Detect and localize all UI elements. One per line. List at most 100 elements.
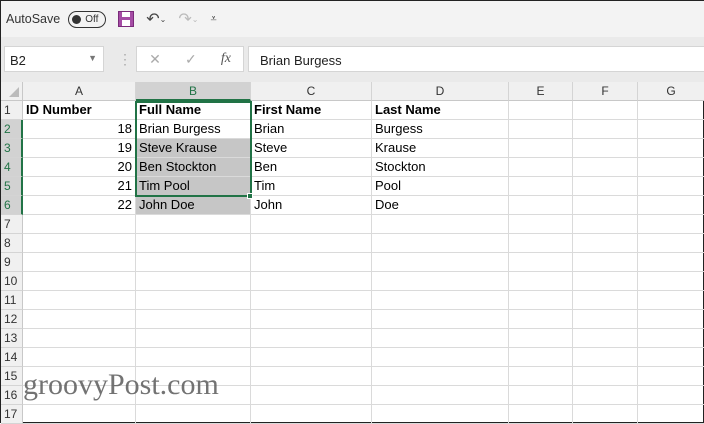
cell-G15[interactable] bbox=[638, 367, 704, 386]
cell-D11[interactable] bbox=[372, 291, 509, 310]
cell-D7[interactable] bbox=[372, 215, 509, 234]
drag-handle-icon[interactable]: ⋮ bbox=[118, 51, 132, 68]
cell-G13[interactable] bbox=[638, 329, 704, 348]
cell-F16[interactable] bbox=[573, 386, 638, 405]
row-header-1[interactable]: 1 bbox=[1, 101, 23, 120]
cell-B2[interactable]: Brian Burgess bbox=[136, 120, 251, 139]
cell-E15[interactable] bbox=[509, 367, 573, 386]
cell-E13[interactable] bbox=[509, 329, 573, 348]
cell-B6[interactable]: John Doe bbox=[136, 196, 251, 215]
cell-D6[interactable]: Doe bbox=[372, 196, 509, 215]
cell-E12[interactable] bbox=[509, 310, 573, 329]
enter-icon[interactable]: ✓ bbox=[185, 51, 197, 68]
formula-input[interactable]: Brian Burgess bbox=[248, 46, 704, 72]
cell-F12[interactable] bbox=[573, 310, 638, 329]
cell-A7[interactable] bbox=[23, 215, 136, 234]
cell-F14[interactable] bbox=[573, 348, 638, 367]
cell-D3[interactable]: Krause bbox=[372, 139, 509, 158]
cell-D16[interactable] bbox=[372, 386, 509, 405]
fill-handle[interactable] bbox=[247, 193, 253, 199]
cell-G9[interactable] bbox=[638, 253, 704, 272]
cell-F9[interactable] bbox=[573, 253, 638, 272]
cell-D5[interactable]: Pool bbox=[372, 177, 509, 196]
cell-D8[interactable] bbox=[372, 234, 509, 253]
cell-B8[interactable] bbox=[136, 234, 251, 253]
customize-toolbar-icon[interactable]: ⩡ bbox=[210, 13, 216, 26]
cell-C5[interactable]: Tim bbox=[251, 177, 372, 196]
cell-G8[interactable] bbox=[638, 234, 704, 253]
cell-F6[interactable] bbox=[573, 196, 638, 215]
row-header-3[interactable]: 3 bbox=[1, 139, 23, 158]
cell-D2[interactable]: Burgess bbox=[372, 120, 509, 139]
cell-D13[interactable] bbox=[372, 329, 509, 348]
cell-G3[interactable] bbox=[638, 139, 704, 158]
cell-E7[interactable] bbox=[509, 215, 573, 234]
cell-D14[interactable] bbox=[372, 348, 509, 367]
cell-G1[interactable] bbox=[638, 101, 704, 120]
cell-E14[interactable] bbox=[509, 348, 573, 367]
cell-A5[interactable]: 21 bbox=[23, 177, 136, 196]
cell-C2[interactable]: Brian bbox=[251, 120, 372, 139]
cell-G10[interactable] bbox=[638, 272, 704, 291]
cell-A11[interactable] bbox=[23, 291, 136, 310]
cell-D10[interactable] bbox=[372, 272, 509, 291]
cell-A1[interactable]: ID Number bbox=[23, 101, 136, 120]
cell-G4[interactable] bbox=[638, 158, 704, 177]
cell-C8[interactable] bbox=[251, 234, 372, 253]
row-header-2[interactable]: 2 bbox=[1, 120, 23, 139]
name-box[interactable]: B2 ▼ bbox=[4, 46, 104, 72]
cell-B10[interactable] bbox=[136, 272, 251, 291]
cell-B14[interactable] bbox=[136, 348, 251, 367]
cell-E5[interactable] bbox=[509, 177, 573, 196]
cell-C1[interactable]: First Name bbox=[251, 101, 372, 120]
chevron-down-icon[interactable]: ▼ bbox=[88, 53, 97, 63]
cell-A12[interactable] bbox=[23, 310, 136, 329]
cell-E9[interactable] bbox=[509, 253, 573, 272]
column-header-B[interactable]: B bbox=[136, 82, 251, 101]
cell-B13[interactable] bbox=[136, 329, 251, 348]
column-header-D[interactable]: D bbox=[372, 82, 509, 101]
undo-icon[interactable]: ↶ ⌄ bbox=[146, 9, 166, 29]
cell-F4[interactable] bbox=[573, 158, 638, 177]
row-header-14[interactable]: 14 bbox=[1, 348, 23, 367]
cell-C14[interactable] bbox=[251, 348, 372, 367]
cell-B17[interactable] bbox=[136, 405, 251, 424]
cell-C15[interactable] bbox=[251, 367, 372, 386]
cell-D9[interactable] bbox=[372, 253, 509, 272]
cell-G16[interactable] bbox=[638, 386, 704, 405]
cell-G11[interactable] bbox=[638, 291, 704, 310]
cell-C7[interactable] bbox=[251, 215, 372, 234]
cell-G6[interactable] bbox=[638, 196, 704, 215]
cell-B1[interactable]: Full Name bbox=[136, 101, 251, 120]
cell-F8[interactable] bbox=[573, 234, 638, 253]
select-all-button[interactable] bbox=[1, 82, 23, 101]
cell-A10[interactable] bbox=[23, 272, 136, 291]
row-header-6[interactable]: 6 bbox=[1, 196, 23, 215]
cell-F11[interactable] bbox=[573, 291, 638, 310]
cell-G2[interactable] bbox=[638, 120, 704, 139]
cell-A2[interactable]: 18 bbox=[23, 120, 136, 139]
cell-E1[interactable] bbox=[509, 101, 573, 120]
cell-B5[interactable]: Tim Pool bbox=[136, 177, 251, 196]
insert-function-icon[interactable]: fx bbox=[221, 51, 231, 67]
cell-G5[interactable] bbox=[638, 177, 704, 196]
cell-F1[interactable] bbox=[573, 101, 638, 120]
cell-C16[interactable] bbox=[251, 386, 372, 405]
column-header-A[interactable]: A bbox=[23, 82, 136, 101]
cell-A9[interactable] bbox=[23, 253, 136, 272]
cell-D15[interactable] bbox=[372, 367, 509, 386]
cell-F13[interactable] bbox=[573, 329, 638, 348]
row-header-4[interactable]: 4 bbox=[1, 158, 23, 177]
cell-F3[interactable] bbox=[573, 139, 638, 158]
column-header-E[interactable]: E bbox=[509, 82, 573, 101]
cell-E2[interactable] bbox=[509, 120, 573, 139]
row-header-10[interactable]: 10 bbox=[1, 272, 23, 291]
cell-E4[interactable] bbox=[509, 158, 573, 177]
cell-F7[interactable] bbox=[573, 215, 638, 234]
cell-A13[interactable] bbox=[23, 329, 136, 348]
cancel-icon[interactable]: ✕ bbox=[149, 51, 161, 68]
cell-G12[interactable] bbox=[638, 310, 704, 329]
cell-D4[interactable]: Stockton bbox=[372, 158, 509, 177]
cell-F5[interactable] bbox=[573, 177, 638, 196]
cell-B4[interactable]: Ben Stockton bbox=[136, 158, 251, 177]
